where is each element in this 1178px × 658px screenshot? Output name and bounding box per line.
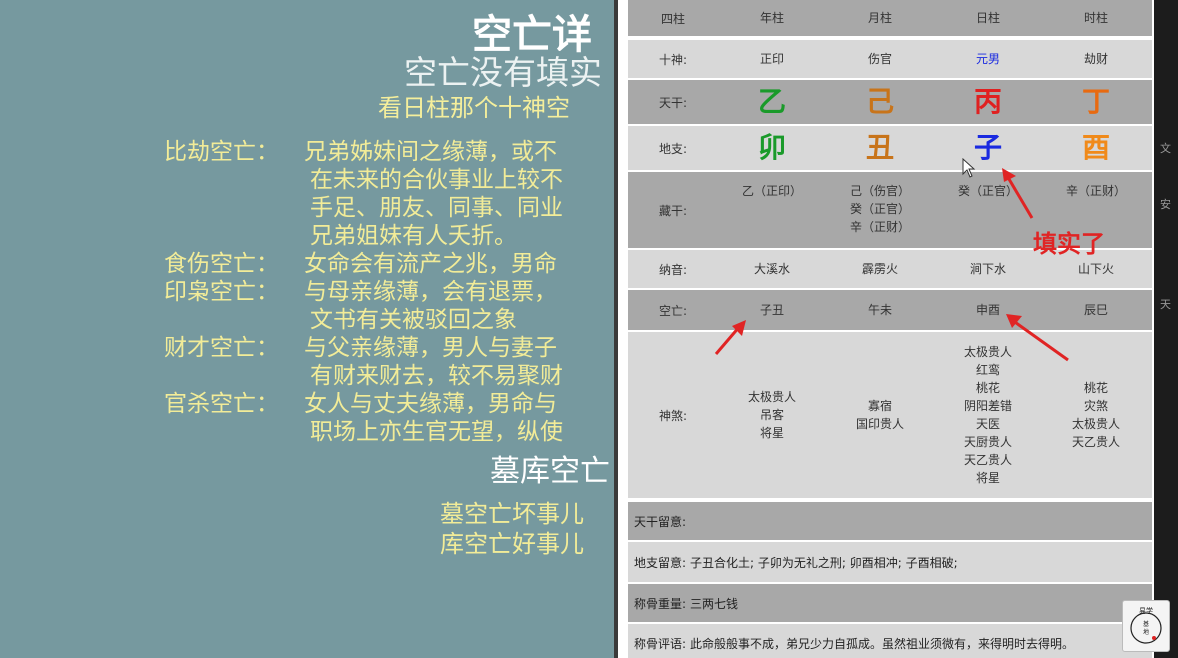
bazi-panel: 四柱 年柱 月柱 日柱 时柱 十神: 正印 伤官 元男 劫财 天干: 乙 己 丙…	[618, 0, 1154, 658]
seal-icon: 易学 基 地	[1130, 606, 1162, 644]
annotation-text: 填实了	[1033, 229, 1105, 258]
stem-char: 乙	[757, 85, 786, 118]
slide-section-title: 墓库空亡	[490, 454, 610, 489]
strip-label: 天	[1160, 298, 1171, 311]
table-cell: 伤官	[867, 52, 892, 66]
shensha-item: 天乙贵人	[963, 453, 1012, 467]
row-label: 藏干:	[658, 203, 688, 218]
slide-hint: 看日柱那个十神空	[378, 94, 570, 122]
note-label: 称骨评语:	[634, 636, 687, 651]
column-header: 年柱	[759, 11, 784, 25]
table-cell: 元男	[975, 52, 1000, 66]
note-label: 称骨重量:	[634, 596, 687, 611]
shensha-item: 将星	[759, 426, 784, 440]
row-label: 神煞:	[658, 408, 688, 423]
chenggu-row: 称骨重量: 三两七钱	[628, 584, 1152, 622]
arrow-icon	[1006, 314, 1069, 362]
shensha-item: 将星	[975, 471, 1000, 485]
shensha-row: 神煞: 太极贵人 吊客 将星 寡宿 国印贵人 太极贵人 红鸾 桃花 阴阳差错 天…	[628, 332, 1152, 498]
svg-text:易学: 易学	[1139, 606, 1153, 615]
row-label: 地支:	[658, 141, 688, 156]
note-text: 三两七钱	[690, 596, 739, 611]
table-cell: 大溪水	[753, 262, 790, 276]
hidden-stem: 辛（正财）	[849, 220, 910, 234]
table-cell: 正印	[759, 52, 784, 66]
slide-line-label: 财才空亡：	[164, 335, 279, 361]
slide-line-text: 库空亡好事儿	[440, 530, 584, 558]
stem-char: 己	[865, 85, 894, 118]
row-label: 空亡:	[658, 303, 688, 318]
row-label: 十神:	[658, 52, 688, 67]
tiangan-row: 天干: 乙 己 丙 丁	[628, 80, 1152, 124]
arrow-icon	[714, 320, 746, 355]
table-cell: 午未	[867, 303, 892, 317]
slide-line-text: 职场上亦生官无望，纵使	[310, 419, 563, 445]
stem-char: 丙	[973, 85, 1002, 118]
row-label: 纳音:	[658, 262, 688, 277]
shensha-item: 桃花	[1083, 381, 1108, 395]
hidden-stem: 辛（正财）	[1065, 184, 1126, 198]
shensha-item: 红鸾	[975, 363, 1000, 377]
shensha-item: 太极贵人	[1071, 417, 1120, 431]
shensha-item: 国印贵人	[855, 417, 904, 431]
column-header: 月柱	[867, 11, 892, 25]
column-header: 日柱	[975, 11, 1000, 25]
branch-char: 酉	[1081, 131, 1110, 164]
branch-char: 卯	[757, 131, 786, 164]
note-text: 此命般般事不成，弟兄少力自孤成。虽然祖业须微有，来得明时去得明。	[690, 636, 1075, 651]
shensha-item: 吊客	[759, 408, 784, 422]
tiangan-note-row: 天干留意:	[628, 502, 1152, 540]
pingyu-row: 称骨评语: 此命般般事不成，弟兄少力自孤成。虽然祖业须微有，来得明时去得明。	[628, 624, 1152, 658]
shensha-item: 寡宿	[867, 399, 892, 413]
lecture-slide: 空亡详 空亡没有填实 看日柱那个十神空 比劫空亡： 兄弟姊妹间之缘薄，或不 在未…	[0, 0, 614, 658]
stem-char: 丁	[1081, 85, 1110, 118]
slide-line-label: 官杀空亡：	[164, 391, 279, 417]
hidden-stem: 乙（正印）	[741, 184, 802, 198]
slide-subtitle: 空亡没有填实	[404, 53, 602, 92]
shensha-item: 灾煞	[1083, 399, 1108, 413]
dizhi-row: 地支: 卯 丑 子 酉	[628, 126, 1152, 170]
slide-line-label: 印枭空亡：	[164, 279, 279, 305]
note-label: 天干留意:	[634, 514, 687, 529]
table-cell: 劫财	[1083, 52, 1108, 66]
note-label: 地支留意:	[634, 555, 687, 570]
shensha-item: 桃花	[975, 381, 1000, 395]
branch-char: 丑	[865, 131, 894, 164]
side-strip: 文 安 天	[1154, 0, 1178, 658]
table-header-row: 四柱 年柱 月柱 日柱 时柱	[628, 0, 1152, 36]
shensha-item: 太极贵人	[747, 390, 796, 404]
column-header: 时柱	[1083, 11, 1108, 25]
svg-text:地: 地	[1143, 628, 1149, 636]
shensha-item: 天厨贵人	[963, 435, 1012, 449]
shensha-item: 天乙贵人	[1071, 435, 1120, 449]
svg-text:基: 基	[1143, 620, 1149, 628]
strip-label: 安	[1160, 198, 1171, 211]
hidden-stem: 癸（正官）	[849, 202, 910, 216]
row-label: 天干:	[658, 95, 688, 110]
strip-label: 文	[1160, 142, 1171, 155]
dizhi-note-row: 地支留意: 子丑合化土; 子卯为无礼之刑; 卯酉相冲; 子酉相破;	[628, 542, 1152, 582]
table-cell: 寡宿 国印贵人	[826, 332, 934, 498]
hidden-stem: 己（伤官）	[849, 184, 910, 198]
logo-seal: 易学 基 地	[1122, 600, 1170, 652]
shensha-item: 阴阳差错	[963, 399, 1012, 413]
table-cell: 乙（正印）	[718, 172, 826, 248]
arrow-icon	[1002, 168, 1034, 219]
slide-line-label: 比劫空亡：	[164, 139, 279, 165]
row-label: 四柱	[660, 11, 685, 26]
kongwang-row: 空亡: 子丑 午未 申酉 辰巳	[628, 290, 1152, 330]
note-text: 子丑合化土; 子卯为无礼之刑; 卯酉相冲; 子酉相破;	[690, 555, 958, 570]
table-cell: 霹雳火	[861, 262, 898, 276]
branch-char: 子	[973, 131, 1002, 164]
table-cell: 涧下水	[969, 262, 1006, 276]
table-cell: 己（伤官） 癸（正官） 辛（正财）	[826, 172, 934, 248]
shensha-item: 天医	[975, 417, 1000, 431]
shishen-row: 十神: 正印 伤官 元男 劫财	[628, 40, 1152, 78]
cursor-icon	[962, 158, 976, 178]
